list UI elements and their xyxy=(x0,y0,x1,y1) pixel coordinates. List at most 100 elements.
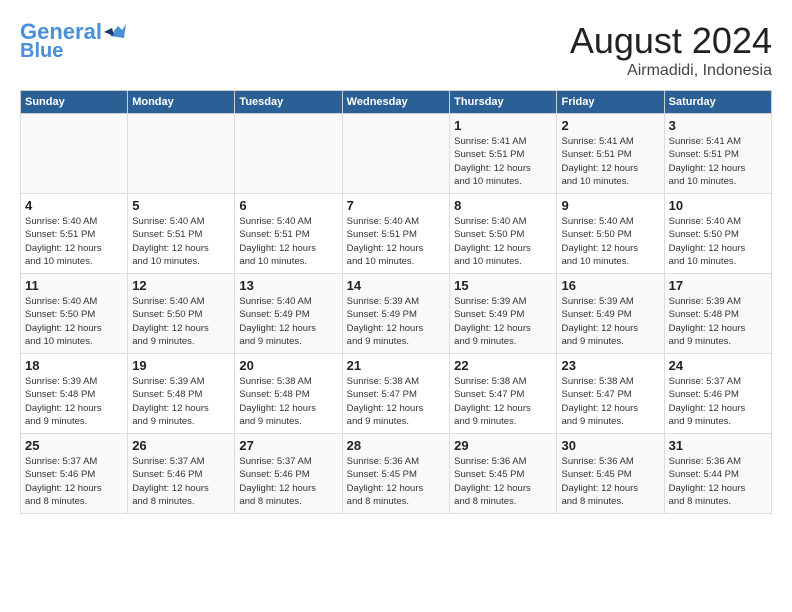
day-number: 10 xyxy=(669,198,767,213)
weekday-header-thursday: Thursday xyxy=(450,91,557,114)
day-number: 1 xyxy=(454,118,552,133)
day-info: Sunrise: 5:38 AM Sunset: 5:48 PM Dayligh… xyxy=(239,375,337,428)
day-info: Sunrise: 5:37 AM Sunset: 5:46 PM Dayligh… xyxy=(25,455,123,508)
day-info: Sunrise: 5:40 AM Sunset: 5:50 PM Dayligh… xyxy=(454,215,552,268)
day-number: 29 xyxy=(454,438,552,453)
day-number: 31 xyxy=(669,438,767,453)
calendar-week-row: 25 Sunrise: 5:37 AM Sunset: 5:46 PM Dayli… xyxy=(21,434,772,514)
day-number: 7 xyxy=(347,198,445,213)
logo-bird-icon xyxy=(104,22,126,40)
calendar-cell: 16 Sunrise: 5:39 AM Sunset: 5:49 PM Dayli… xyxy=(557,274,664,354)
calendar-cell: 4 Sunrise: 5:40 AM Sunset: 5:51 PM Daylig… xyxy=(21,194,128,274)
calendar-week-row: 11 Sunrise: 5:40 AM Sunset: 5:50 PM Dayli… xyxy=(21,274,772,354)
calendar-cell xyxy=(235,114,342,194)
day-number: 28 xyxy=(347,438,445,453)
day-info: Sunrise: 5:41 AM Sunset: 5:51 PM Dayligh… xyxy=(669,135,767,188)
day-info: Sunrise: 5:39 AM Sunset: 5:48 PM Dayligh… xyxy=(132,375,230,428)
calendar-cell: 23 Sunrise: 5:38 AM Sunset: 5:47 PM Dayli… xyxy=(557,354,664,434)
day-info: Sunrise: 5:40 AM Sunset: 5:51 PM Dayligh… xyxy=(239,215,337,268)
day-info: Sunrise: 5:38 AM Sunset: 5:47 PM Dayligh… xyxy=(347,375,445,428)
calendar-cell: 26Sunrise: 5:37 AM Sunset: 5:46 PM Dayli… xyxy=(128,434,235,514)
day-number: 15 xyxy=(454,278,552,293)
calendar-cell: 21 Sunrise: 5:38 AM Sunset: 5:47 PM Dayli… xyxy=(342,354,449,434)
calendar-cell: 10 Sunrise: 5:40 AM Sunset: 5:50 PM Dayli… xyxy=(664,194,771,274)
day-info: Sunrise: 5:40 AM Sunset: 5:50 PM Dayligh… xyxy=(561,215,659,268)
calendar-week-row: 18Sunrise: 5:39 AM Sunset: 5:48 PM Dayli… xyxy=(21,354,772,434)
calendar-cell: 11 Sunrise: 5:40 AM Sunset: 5:50 PM Dayli… xyxy=(21,274,128,354)
day-info: Sunrise: 5:41 AM Sunset: 5:51 PM Dayligh… xyxy=(561,135,659,188)
day-number: 4 xyxy=(25,198,123,213)
day-info: Sunrise: 5:39 AM Sunset: 5:48 PM Dayligh… xyxy=(25,375,123,428)
calendar-cell: 3 Sunrise: 5:41 AM Sunset: 5:51 PM Daylig… xyxy=(664,114,771,194)
calendar-cell: 28 Sunrise: 5:36 AM Sunset: 5:45 PM Dayli… xyxy=(342,434,449,514)
calendar-cell: 1Sunrise: 5:41 AM Sunset: 5:51 PM Daylig… xyxy=(450,114,557,194)
weekday-header-wednesday: Wednesday xyxy=(342,91,449,114)
day-info: Sunrise: 5:40 AM Sunset: 5:50 PM Dayligh… xyxy=(132,295,230,348)
calendar-cell: 8 Sunrise: 5:40 AM Sunset: 5:50 PM Daylig… xyxy=(450,194,557,274)
calendar-cell xyxy=(342,114,449,194)
calendar-cell xyxy=(21,114,128,194)
weekday-header-tuesday: Tuesday xyxy=(235,91,342,114)
calendar-cell: 22 Sunrise: 5:38 AM Sunset: 5:47 PM Dayli… xyxy=(450,354,557,434)
day-info: Sunrise: 5:40 AM Sunset: 5:50 PM Dayligh… xyxy=(25,295,123,348)
day-number: 21 xyxy=(347,358,445,373)
calendar-table: SundayMondayTuesdayWednesdayThursdayFrid… xyxy=(20,90,772,514)
day-info: Sunrise: 5:38 AM Sunset: 5:47 PM Dayligh… xyxy=(561,375,659,428)
day-number: 3 xyxy=(669,118,767,133)
title-block: August 2024 Airmadidi, Indonesia xyxy=(570,20,772,80)
calendar-cell: 20 Sunrise: 5:38 AM Sunset: 5:48 PM Dayli… xyxy=(235,354,342,434)
day-info: Sunrise: 5:40 AM Sunset: 5:51 PM Dayligh… xyxy=(25,215,123,268)
day-number: 12 xyxy=(132,278,230,293)
weekday-header-sunday: Sunday xyxy=(21,91,128,114)
calendar-cell: 7Sunrise: 5:40 AM Sunset: 5:51 PM Daylig… xyxy=(342,194,449,274)
day-info: Sunrise: 5:40 AM Sunset: 5:50 PM Dayligh… xyxy=(669,215,767,268)
calendar-cell: 25 Sunrise: 5:37 AM Sunset: 5:46 PM Dayli… xyxy=(21,434,128,514)
calendar-cell: 29Sunrise: 5:36 AM Sunset: 5:45 PM Dayli… xyxy=(450,434,557,514)
day-number: 13 xyxy=(239,278,337,293)
day-number: 14 xyxy=(347,278,445,293)
day-info: Sunrise: 5:37 AM Sunset: 5:46 PM Dayligh… xyxy=(239,455,337,508)
calendar-cell: 13 Sunrise: 5:40 AM Sunset: 5:49 PM Dayli… xyxy=(235,274,342,354)
day-info: Sunrise: 5:39 AM Sunset: 5:49 PM Dayligh… xyxy=(347,295,445,348)
day-number: 11 xyxy=(25,278,123,293)
day-info: Sunrise: 5:39 AM Sunset: 5:49 PM Dayligh… xyxy=(454,295,552,348)
weekday-header-row: SundayMondayTuesdayWednesdayThursdayFrid… xyxy=(21,91,772,114)
day-number: 19 xyxy=(132,358,230,373)
day-number: 17 xyxy=(669,278,767,293)
day-number: 16 xyxy=(561,278,659,293)
day-number: 25 xyxy=(25,438,123,453)
calendar-cell: 18Sunrise: 5:39 AM Sunset: 5:48 PM Dayli… xyxy=(21,354,128,434)
day-number: 24 xyxy=(669,358,767,373)
day-number: 20 xyxy=(239,358,337,373)
weekday-header-saturday: Saturday xyxy=(664,91,771,114)
month-year-title: August 2024 xyxy=(570,20,772,62)
day-number: 26 xyxy=(132,438,230,453)
day-info: Sunrise: 5:36 AM Sunset: 5:45 PM Dayligh… xyxy=(347,455,445,508)
calendar-cell: 14 Sunrise: 5:39 AM Sunset: 5:49 PM Dayli… xyxy=(342,274,449,354)
day-number: 22 xyxy=(454,358,552,373)
day-info: Sunrise: 5:39 AM Sunset: 5:49 PM Dayligh… xyxy=(561,295,659,348)
location-subtitle: Airmadidi, Indonesia xyxy=(570,62,772,80)
day-info: Sunrise: 5:38 AM Sunset: 5:47 PM Dayligh… xyxy=(454,375,552,428)
calendar-cell: 2Sunrise: 5:41 AM Sunset: 5:51 PM Daylig… xyxy=(557,114,664,194)
calendar-cell: 15 Sunrise: 5:39 AM Sunset: 5:49 PM Dayli… xyxy=(450,274,557,354)
day-info: Sunrise: 5:39 AM Sunset: 5:48 PM Dayligh… xyxy=(669,295,767,348)
calendar-cell: 9Sunrise: 5:40 AM Sunset: 5:50 PM Daylig… xyxy=(557,194,664,274)
calendar-cell: 19 Sunrise: 5:39 AM Sunset: 5:48 PM Dayli… xyxy=(128,354,235,434)
day-info: Sunrise: 5:37 AM Sunset: 5:46 PM Dayligh… xyxy=(669,375,767,428)
day-number: 27 xyxy=(239,438,337,453)
calendar-cell: 5 Sunrise: 5:40 AM Sunset: 5:51 PM Daylig… xyxy=(128,194,235,274)
day-info: Sunrise: 5:36 AM Sunset: 5:44 PM Dayligh… xyxy=(669,455,767,508)
day-info: Sunrise: 5:40 AM Sunset: 5:51 PM Dayligh… xyxy=(132,215,230,268)
day-number: 5 xyxy=(132,198,230,213)
day-info: Sunrise: 5:36 AM Sunset: 5:45 PM Dayligh… xyxy=(561,455,659,508)
calendar-cell: 27 Sunrise: 5:37 AM Sunset: 5:46 PM Dayli… xyxy=(235,434,342,514)
weekday-header-friday: Friday xyxy=(557,91,664,114)
day-info: Sunrise: 5:40 AM Sunset: 5:49 PM Dayligh… xyxy=(239,295,337,348)
page-header: General Blue August 2024 Airmadidi, Indo… xyxy=(20,20,772,80)
day-number: 23 xyxy=(561,358,659,373)
day-number: 8 xyxy=(454,198,552,213)
calendar-cell xyxy=(128,114,235,194)
calendar-cell: 31 Sunrise: 5:36 AM Sunset: 5:44 PM Dayli… xyxy=(664,434,771,514)
calendar-cell: 24 Sunrise: 5:37 AM Sunset: 5:46 PM Dayli… xyxy=(664,354,771,434)
